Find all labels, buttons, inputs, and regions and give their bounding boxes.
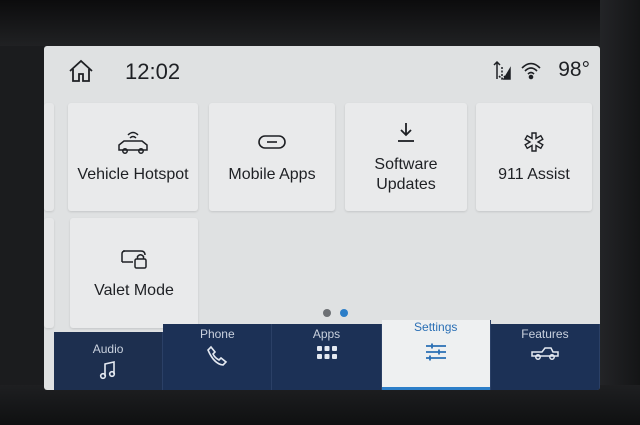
nav-features[interactable]: Features xyxy=(490,324,600,390)
tile-label: Valet Mode xyxy=(94,282,174,299)
bezel-top xyxy=(0,0,640,46)
tile-vehicle-hotspot[interactable]: Vehicle Hotspot xyxy=(68,103,198,211)
nav-phone[interactable]: Phone xyxy=(163,324,273,390)
nav-label: Features xyxy=(521,327,569,341)
tile-label-line2: Updates xyxy=(376,176,436,193)
tile-valet-mode[interactable]: Valet Mode xyxy=(70,218,198,328)
download-icon xyxy=(395,119,417,145)
asterisk-icon xyxy=(523,129,545,155)
display-screen: 12:02 98° Vehicle Hotspot Mobile Apps So… xyxy=(44,46,600,390)
outside-temperature: 98° xyxy=(558,58,590,81)
nav-label: Audio xyxy=(92,342,124,356)
bezel-right xyxy=(600,0,640,425)
wifi-hotspot-icon xyxy=(520,60,542,80)
car-lock-icon xyxy=(119,245,149,271)
tile-911-assist[interactable]: 911 Assist xyxy=(476,103,592,211)
music-note-icon xyxy=(99,360,117,385)
nav-apps[interactable]: Apps xyxy=(272,324,382,390)
phone-icon xyxy=(206,345,228,372)
tile-label: Vehicle Hotspot xyxy=(77,166,189,183)
data-transfer-icon xyxy=(492,59,512,81)
tile-offscreen-left-2 xyxy=(44,218,54,328)
tile-software-updates[interactable]: Software Updates xyxy=(345,103,467,211)
tile-offscreen-left xyxy=(44,103,54,211)
nav-label: Phone xyxy=(199,327,235,341)
nav-label: Settings xyxy=(414,320,458,334)
page-dot[interactable] xyxy=(323,309,331,317)
nav-label: Apps xyxy=(312,327,341,341)
page-dot-active[interactable] xyxy=(340,309,348,317)
car-wifi-icon xyxy=(116,129,150,155)
nav-audio[interactable]: Audio xyxy=(54,332,164,390)
bezel-bottom xyxy=(0,385,640,425)
home-icon[interactable] xyxy=(68,59,94,83)
truck-icon xyxy=(530,345,560,366)
status-icons: 98° xyxy=(492,58,590,82)
page-indicator xyxy=(323,309,348,317)
nav-settings[interactable]: Settings xyxy=(381,320,491,390)
tile-label: 911 Assist xyxy=(498,166,570,183)
status-bar: 12:02 98° xyxy=(44,46,600,96)
link-icon xyxy=(257,129,287,155)
bottom-navigation: Audio Phone Apps Settings Features xyxy=(54,320,600,390)
sliders-icon xyxy=(424,342,448,367)
tile-mobile-apps[interactable]: Mobile Apps xyxy=(209,103,335,211)
tile-label-line1: Software xyxy=(374,156,438,173)
apps-grid-icon xyxy=(316,345,338,366)
tile-label: Mobile Apps xyxy=(228,166,316,183)
clock: 12:02 xyxy=(125,59,181,84)
